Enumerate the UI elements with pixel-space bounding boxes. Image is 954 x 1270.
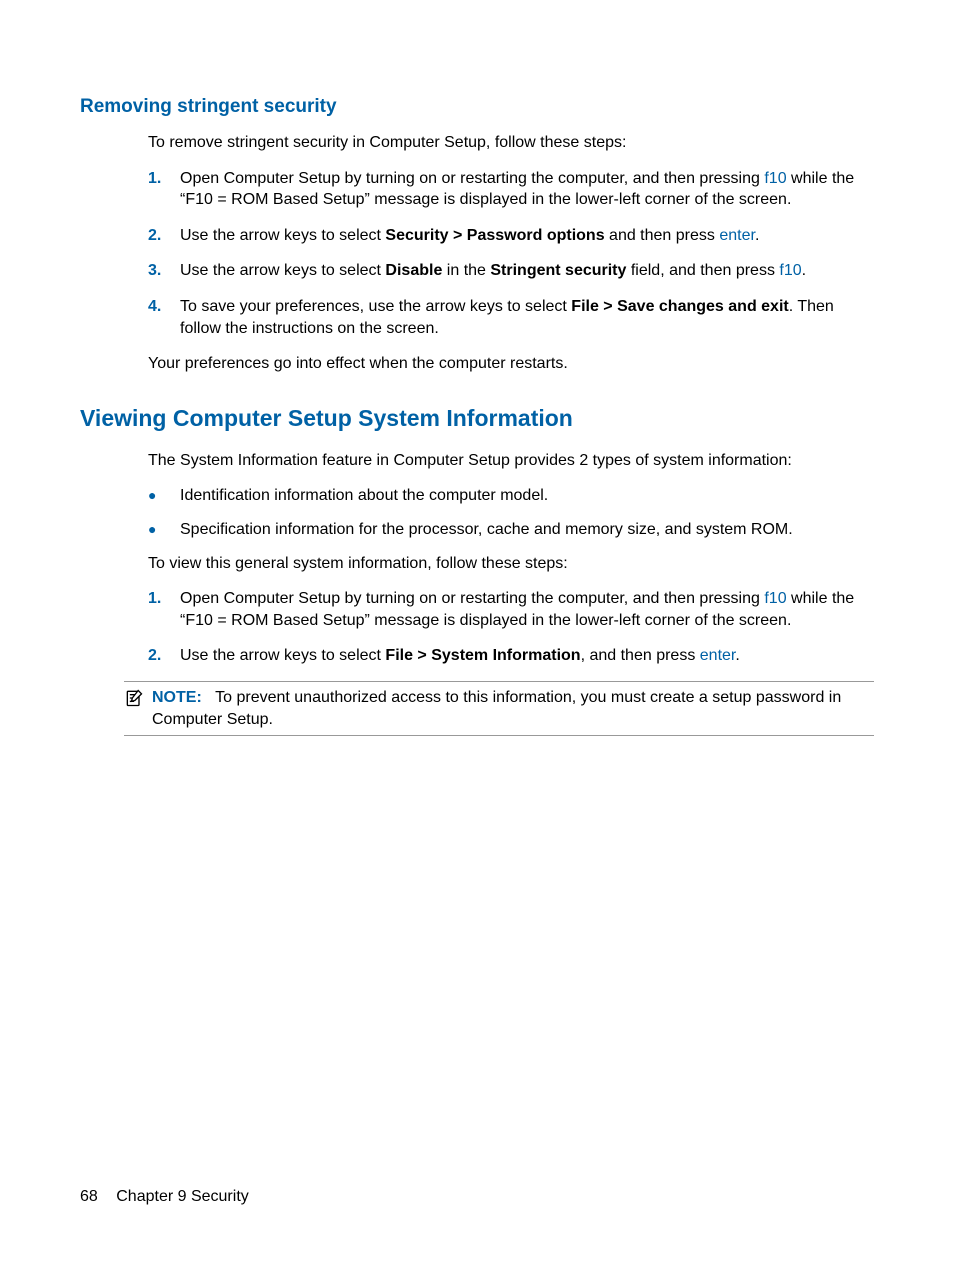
- step-item: 4. To save your preferences, use the arr…: [148, 296, 874, 339]
- page-footer: 68 Chapter 9 Security: [80, 1188, 249, 1206]
- step-item: 3. Use the arrow keys to select Disable …: [148, 260, 874, 282]
- step-item: 1. Open Computer Setup by turning on or …: [148, 588, 874, 631]
- note-icon: [124, 688, 146, 715]
- key-f10: f10: [764, 590, 786, 607]
- key-f10: f10: [764, 170, 786, 187]
- step-item: 1. Open Computer Setup by turning on or …: [148, 168, 874, 211]
- bullet-text: Specification information for the proces…: [180, 519, 874, 541]
- step-number: 2.: [148, 225, 180, 247]
- page-number: 68: [80, 1188, 98, 1205]
- bullet-item: ● Identification information about the c…: [148, 485, 874, 507]
- step-text: Open Computer Setup by turning on or res…: [180, 168, 874, 211]
- step-text: Open Computer Setup by turning on or res…: [180, 588, 874, 631]
- section2-lead: To view this general system information,…: [148, 553, 874, 575]
- step-item: 2. Use the arrow keys to select Security…: [148, 225, 874, 247]
- step-number: 4.: [148, 296, 180, 318]
- step-item: 2. Use the arrow keys to select File > S…: [148, 645, 874, 667]
- heading-viewing-system-information: Viewing Computer Setup System Informatio…: [80, 405, 874, 432]
- note-label: NOTE:: [152, 689, 202, 706]
- key-enter: enter: [719, 227, 755, 244]
- step-number: 1.: [148, 588, 180, 610]
- section2-steps: 1. Open Computer Setup by turning on or …: [148, 588, 874, 667]
- step-text: Use the arrow keys to select File > Syst…: [180, 645, 874, 667]
- step-number: 3.: [148, 260, 180, 282]
- step-number: 2.: [148, 645, 180, 667]
- section1-steps: 1. Open Computer Setup by turning on or …: [148, 168, 874, 340]
- section2-intro: The System Information feature in Comput…: [148, 450, 874, 472]
- key-f10: f10: [779, 262, 801, 279]
- key-enter: enter: [700, 647, 736, 664]
- bullet-icon: ●: [148, 519, 180, 540]
- note-block: NOTE: To prevent unauthorized access to …: [124, 681, 874, 736]
- step-text: Use the arrow keys to select Disable in …: [180, 260, 874, 282]
- step-text: Use the arrow keys to select Security > …: [180, 225, 874, 247]
- section2-bullets: ● Identification information about the c…: [148, 485, 874, 540]
- note-text: NOTE: To prevent unauthorized access to …: [152, 687, 874, 730]
- step-number: 1.: [148, 168, 180, 190]
- section1-intro: To remove stringent security in Computer…: [148, 132, 874, 154]
- chapter-label: Chapter 9 Security: [116, 1188, 249, 1205]
- step-text: To save your preferences, use the arrow …: [180, 296, 874, 339]
- section1-outro: Your preferences go into effect when the…: [148, 353, 874, 375]
- bullet-item: ● Specification information for the proc…: [148, 519, 874, 541]
- bullet-icon: ●: [148, 485, 180, 506]
- heading-removing-stringent-security: Removing stringent security: [80, 96, 874, 118]
- document-page: Removing stringent security To remove st…: [0, 0, 954, 1270]
- bullet-text: Identification information about the com…: [180, 485, 874, 507]
